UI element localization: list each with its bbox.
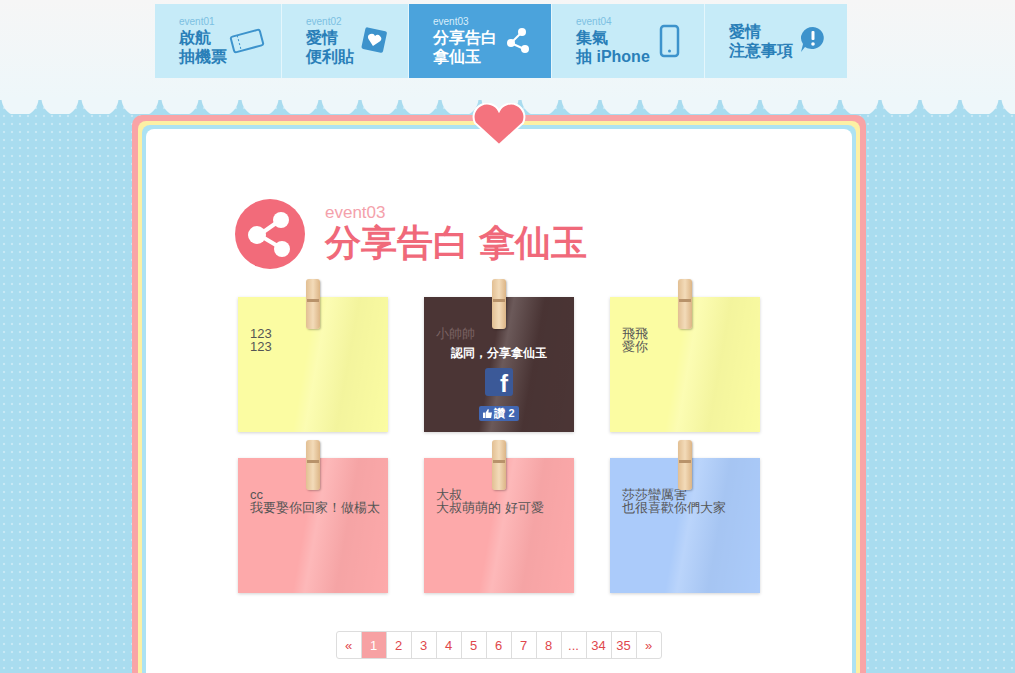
phone-icon — [650, 21, 690, 61]
tab-label: 集氣 — [576, 28, 650, 47]
share-hearts-icon — [235, 199, 305, 269]
tab-text: 愛情注意事項 — [729, 22, 793, 60]
card-body: event03分享告白 拿仙玉123123小帥帥認同，分享拿仙玉f讚 2飛飛愛你… — [146, 129, 852, 673]
header: event01啟航抽機票event02愛情便利貼event03分享告白拿仙玉ev… — [0, 0, 1015, 100]
note-line: 愛你 — [622, 340, 748, 353]
tab-event: event04 — [576, 16, 650, 28]
nav-tab[interactable]: event04集氣抽 iPhone — [552, 4, 705, 78]
tab-text: event03分享告白拿仙玉 — [433, 16, 497, 66]
page-button[interactable]: 5 — [461, 631, 487, 659]
page-button[interactable]: ... — [561, 631, 587, 659]
note-line: 也很喜歡你們大家 — [622, 501, 748, 514]
nav-tab[interactable]: event02愛情便利貼 — [282, 4, 409, 78]
tab-text: event01啟航抽機票 — [179, 16, 227, 66]
facebook-share-button[interactable]: f — [485, 368, 513, 396]
tab-label: 抽機票 — [179, 47, 227, 66]
tab-event: event02 — [306, 16, 354, 28]
clothespin-icon — [306, 279, 320, 329]
tab-label: 愛情 — [306, 28, 354, 47]
sticky-note[interactable]: 莎莎蠻厲害也很喜歡你們大家 — [610, 458, 760, 593]
notes-grid: 123123小帥帥認同，分享拿仙玉f讚 2飛飛愛你cc我要娶你回家！做楊太大叔大… — [146, 297, 852, 593]
tab-label: 啟航 — [179, 28, 227, 47]
clothespin-icon — [492, 440, 506, 490]
page-button[interactable]: 4 — [436, 631, 462, 659]
note-line: 123 — [250, 340, 376, 353]
tab-event: event01 — [179, 16, 227, 28]
tab-label: 分享告白 — [433, 28, 497, 47]
heart-note-icon — [354, 21, 394, 61]
alert-bubble-icon — [793, 21, 833, 61]
page-button[interactable]: 2 — [386, 631, 412, 659]
sticky-note[interactable]: 飛飛愛你 — [610, 297, 760, 432]
page-button[interactable]: 34 — [586, 631, 612, 659]
tab-text: event02愛情便利貼 — [306, 16, 354, 66]
clothespin-icon — [306, 440, 320, 490]
page-button[interactable]: 7 — [511, 631, 537, 659]
note-line: 我要娶你回家！做楊太 — [250, 501, 376, 514]
page-button[interactable]: » — [636, 631, 662, 659]
tab-event: event03 — [433, 16, 497, 28]
heading-event: event03 — [325, 204, 587, 222]
thumbs-up-icon — [483, 409, 492, 418]
card-stripe: event03分享告白 拿仙玉123123小帥帥認同，分享拿仙玉f讚 2飛飛愛你… — [138, 121, 860, 673]
overlay-title: 認同，分享拿仙玉 — [451, 346, 547, 360]
clothespin-icon — [678, 440, 692, 490]
heading-title: 分享告白 拿仙玉 — [325, 222, 587, 264]
like-button[interactable]: 讚 2 — [479, 406, 518, 421]
nav-tab[interactable]: event03分享告白拿仙玉 — [409, 4, 552, 78]
page: event01啟航抽機票event02愛情便利貼event03分享告白拿仙玉ev… — [0, 0, 1000, 673]
tab-label: 注意事項 — [729, 41, 793, 60]
page-button[interactable]: 1 — [361, 631, 387, 659]
content-card: event03分享告白 拿仙玉123123小帥帥認同，分享拿仙玉f讚 2飛飛愛你… — [132, 115, 866, 673]
tab-label: 愛情 — [729, 22, 793, 41]
share-icon — [497, 21, 537, 61]
sticky-note[interactable]: 小帥帥認同，分享拿仙玉f讚 2 — [424, 297, 574, 432]
share-overlay: 認同，分享拿仙玉 f 讚 2 — [436, 346, 562, 421]
event-nav: event01啟航抽機票event02愛情便利貼event03分享告白拿仙玉ev… — [155, 4, 845, 78]
clothespin-icon — [678, 279, 692, 329]
page-button[interactable]: 8 — [536, 631, 562, 659]
page-button[interactable]: 35 — [611, 631, 637, 659]
page-button[interactable]: 3 — [411, 631, 437, 659]
heart-icon — [469, 103, 529, 147]
sticky-note[interactable]: 123123 — [238, 297, 388, 432]
tab-label: 抽 iPhone — [576, 47, 650, 66]
section-heading: event03分享告白 拿仙玉 — [235, 199, 852, 269]
nav-tab[interactable]: event01啟航抽機票 — [155, 4, 282, 78]
heading-text: event03分享告白 拿仙玉 — [325, 204, 587, 264]
pagination: «12345678...3435» — [146, 631, 852, 659]
tab-label: 拿仙玉 — [433, 47, 497, 66]
page-button[interactable]: 6 — [486, 631, 512, 659]
tab-label: 便利貼 — [306, 47, 354, 66]
sticky-note[interactable]: 大叔大叔萌萌的 好可愛 — [424, 458, 574, 593]
card-stripe: event03分享告白 拿仙玉123123小帥帥認同，分享拿仙玉f讚 2飛飛愛你… — [142, 125, 856, 673]
sticky-note[interactable]: cc我要娶你回家！做楊太 — [238, 458, 388, 593]
clothespin-icon — [492, 279, 506, 329]
ticket-icon — [227, 21, 267, 61]
tab-text: event04集氣抽 iPhone — [576, 16, 650, 66]
note-line: 大叔萌萌的 好可愛 — [436, 501, 562, 514]
nav-tab[interactable]: 愛情注意事項 — [705, 4, 847, 78]
page-button[interactable]: « — [336, 631, 362, 659]
